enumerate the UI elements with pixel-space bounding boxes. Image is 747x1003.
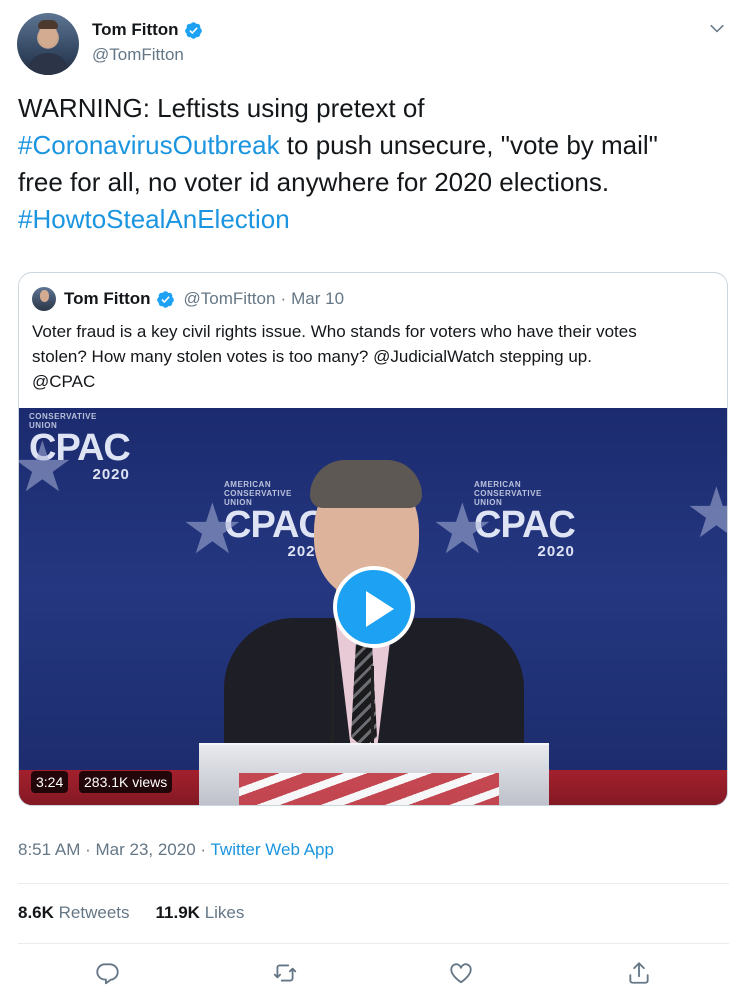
- tweet-date[interactable]: Mar 23, 2020: [95, 840, 195, 859]
- retweets-label: Retweets: [58, 903, 130, 922]
- play-button[interactable]: [333, 566, 415, 648]
- quoted-tweet-card[interactable]: Tom Fitton @TomFitton · Mar 10 Voter fra…: [18, 272, 728, 806]
- tweet-text-line2: to push unsecure, "vote by mail": [279, 130, 658, 160]
- hashtag-link[interactable]: #CoronavirusOutbreak: [18, 130, 280, 160]
- author-handle[interactable]: @TomFitton: [92, 45, 184, 65]
- tweet-body: WARNING: Leftists using pretext of #Coro…: [18, 90, 730, 238]
- author-name[interactable]: Tom Fitton: [92, 20, 179, 40]
- star-icon: ★: [19, 432, 74, 502]
- likes-stat[interactable]: 11.9K Likes: [156, 903, 245, 923]
- video-views: 283.1K views: [79, 771, 173, 793]
- verified-badge-icon: [156, 290, 174, 308]
- quoted-tweet-date: Mar 10: [291, 289, 345, 308]
- star-icon: ★: [685, 478, 727, 548]
- quoted-author-avatar: [32, 287, 56, 311]
- quoted-author-handle: @TomFitton: [183, 289, 276, 308]
- separator-dot: ·: [280, 289, 287, 308]
- divider: [18, 943, 729, 944]
- quoted-author-name: Tom Fitton: [64, 289, 151, 308]
- tweet-text-line1: WARNING: Leftists using pretext of: [18, 93, 425, 123]
- separator-dot: ·: [195, 840, 211, 859]
- separator-dot: ·: [80, 840, 96, 859]
- tweet-text-line3: free for all, no voter id anywhere for 2…: [18, 167, 610, 197]
- retweets-stat[interactable]: 8.6K Retweets: [18, 903, 130, 923]
- tweet-header: Tom Fitton @TomFitton: [0, 0, 747, 86]
- quoted-text-line3: @CPAC: [32, 372, 96, 391]
- retweet-icon[interactable]: [272, 960, 298, 986]
- author-avatar[interactable]: [17, 13, 79, 75]
- reply-icon[interactable]: [94, 960, 120, 986]
- video-player[interactable]: CONSERVATIVE UNION CPAC 2020 ★ AMERICAN …: [19, 408, 727, 805]
- share-icon[interactable]: [626, 960, 652, 986]
- divider: [18, 883, 729, 884]
- quoted-text-line1: Voter fraud is a key civil rights issue.…: [32, 322, 637, 341]
- quoted-tweet-text: Voter fraud is a key civil rights issue.…: [32, 319, 722, 394]
- podium-flag: [239, 773, 499, 805]
- engagement-stats: 8.6K Retweets 11.9K Likes: [18, 903, 244, 923]
- author-name-row: Tom Fitton: [92, 20, 203, 40]
- likes-label: Likes: [204, 903, 245, 922]
- play-icon: [366, 591, 394, 627]
- tweet-source-link[interactable]: Twitter Web App: [210, 840, 333, 859]
- verified-badge-icon: [184, 21, 202, 39]
- quoted-text-line2: stolen? How many stolen votes is too man…: [32, 347, 592, 366]
- retweets-count: 8.6K: [18, 903, 54, 922]
- tweet-metadata: 8:51 AM · Mar 23, 2020 · Twitter Web App: [18, 840, 334, 860]
- likes-count: 11.9K: [155, 903, 200, 922]
- chevron-down-icon[interactable]: [707, 19, 727, 39]
- quoted-tweet-header: Tom Fitton @TomFitton · Mar 10: [64, 289, 344, 309]
- hashtag-link[interactable]: #HowtoStealAnElection: [18, 204, 290, 234]
- video-duration: 3:24: [31, 771, 69, 793]
- like-icon[interactable]: [448, 960, 474, 986]
- tweet-time[interactable]: 8:51 AM: [18, 840, 80, 859]
